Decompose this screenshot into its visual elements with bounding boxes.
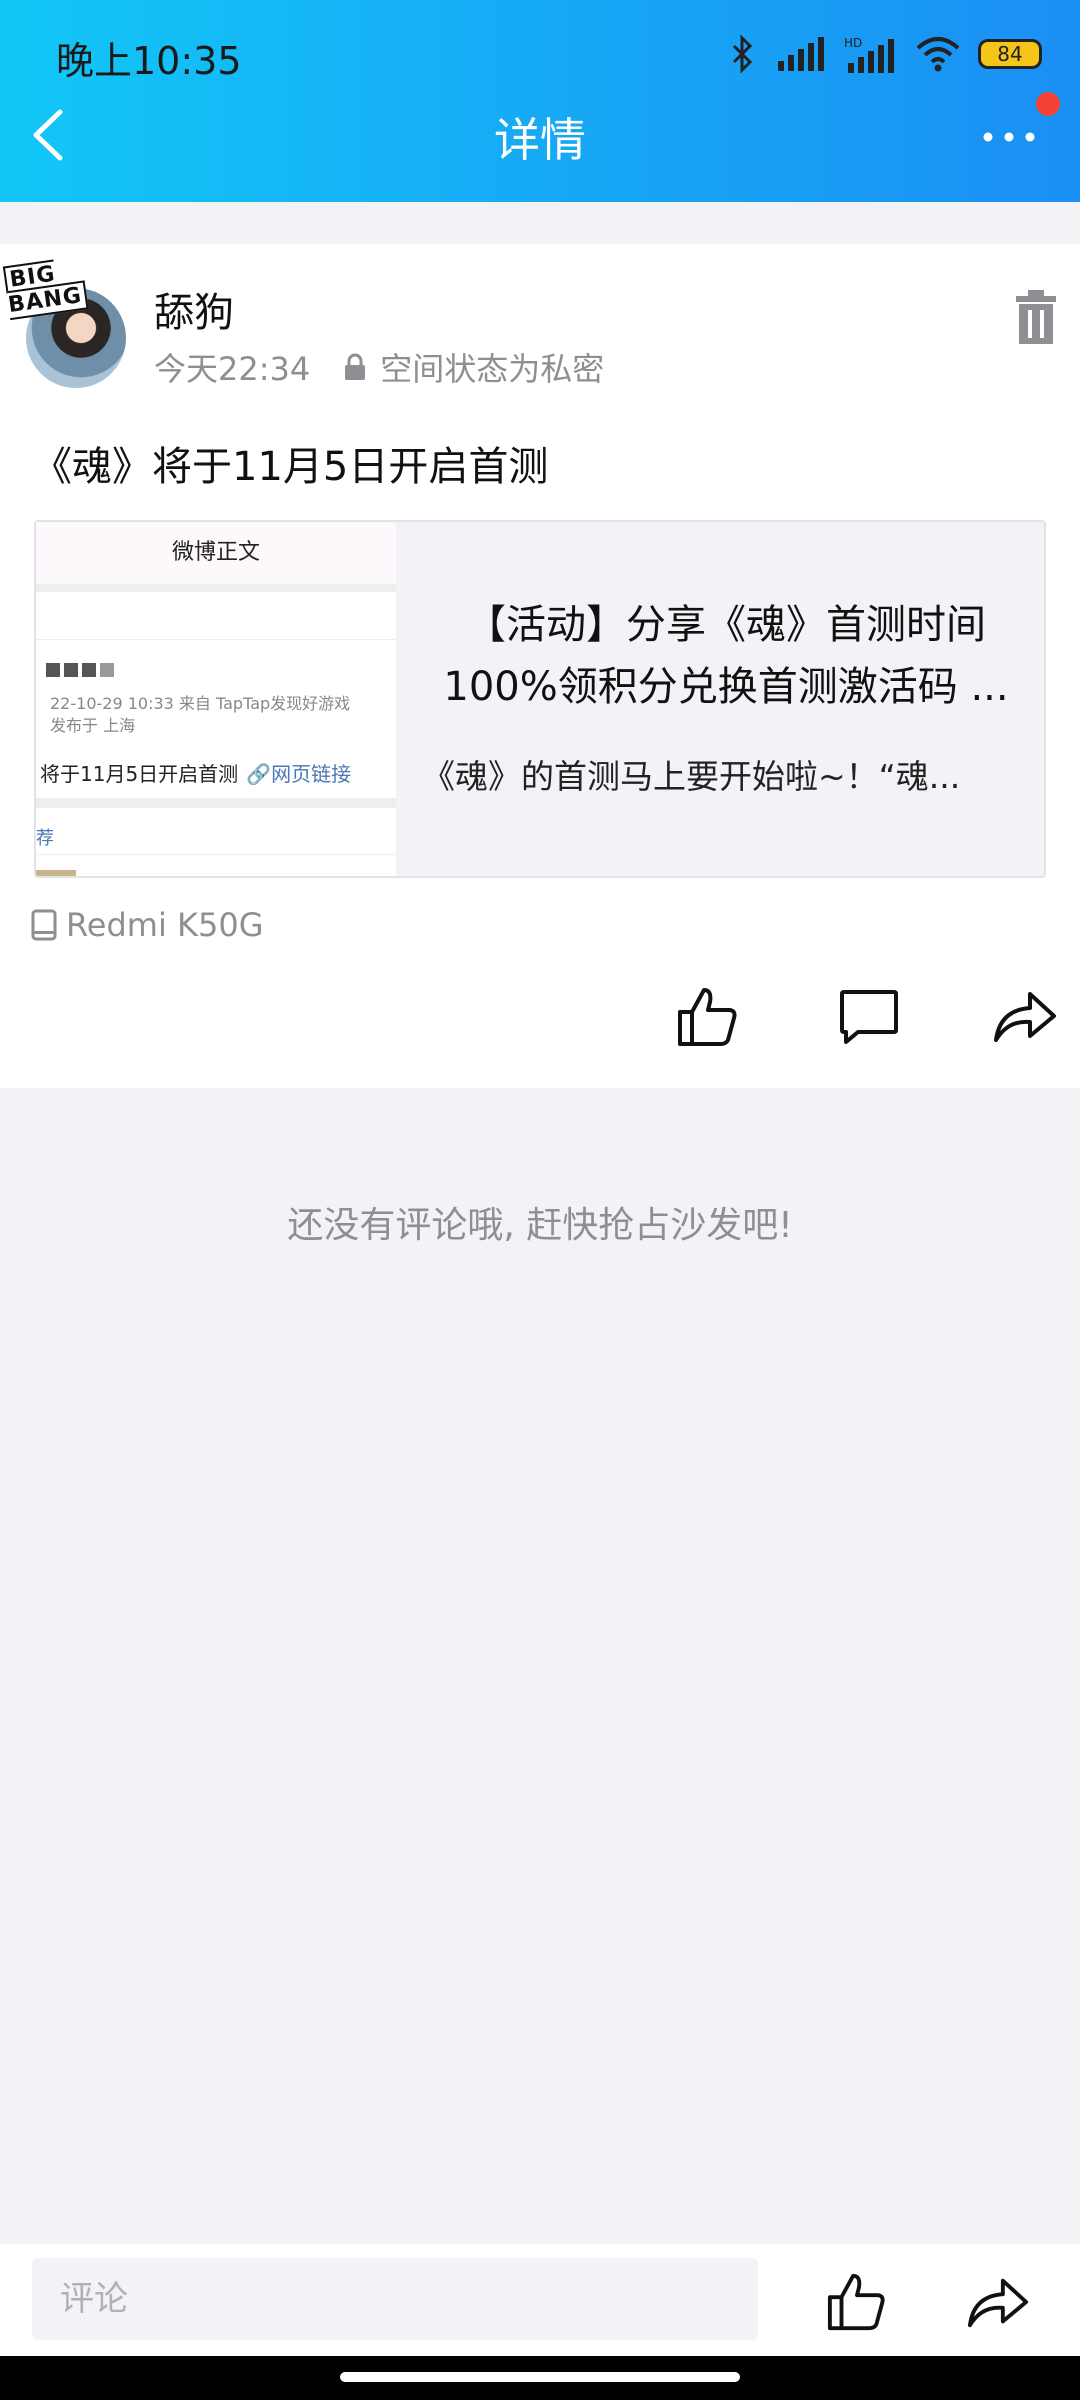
hd-signal-icon: HD: [844, 36, 894, 73]
signal-icon: [778, 37, 824, 71]
thumb-tag: 荐: [36, 828, 54, 849]
more-button[interactable]: [974, 112, 1044, 162]
link-card[interactable]: 微博正文 22-10-29 10:33 来自 TapTap发现好游戏 发布于 上…: [34, 520, 1046, 878]
delete-button[interactable]: [1012, 288, 1060, 348]
link-card-title: 【活动】分享《魂》首测时间 100%领积分兑换首测激活码 ...: [443, 602, 1009, 710]
thumb-link: 🔗网页链接: [246, 762, 352, 786]
thumb-body: 将于11月5日开启首测 🔗网页链接: [40, 762, 352, 786]
link-thumbnail: 微博正文 22-10-29 10:33 来自 TapTap发现好游戏 发布于 上…: [36, 522, 396, 876]
share-arrow-icon: [994, 992, 1056, 1042]
post-meta: 今天22:34 空间状态为私密: [154, 344, 604, 390]
thumb-date: 22-10-29 10:33 来自 TapTap发现好游戏: [50, 694, 351, 713]
svg-text:HD: HD: [844, 36, 862, 50]
comment-icon: [840, 990, 898, 1044]
post-card: BIG BANG 舔狗 今天22:34 空间状态为私密 《魂》将于11月5日开启…: [0, 244, 1080, 1088]
phone-icon: [31, 909, 57, 941]
system-nav-bar: [0, 2356, 1080, 2400]
notification-dot: [1036, 92, 1060, 116]
status-icons: HD 84: [728, 32, 1042, 76]
bottom-like-button[interactable]: [826, 2270, 888, 2332]
trash-icon: [1016, 290, 1056, 344]
home-indicator[interactable]: [340, 2372, 740, 2382]
device-name: Redmi K50G: [66, 906, 264, 944]
thumb-location: 发布于 上海: [50, 716, 136, 735]
battery-icon: 84: [978, 39, 1042, 69]
post-time: 今天22:34: [154, 350, 311, 388]
page-title: 详情: [494, 113, 586, 167]
like-button[interactable]: [676, 984, 740, 1048]
thumbs-up-icon: [678, 988, 737, 1046]
empty-comments-tip: 还没有评论哦, 赶快抢占沙发吧!: [287, 1205, 793, 1246]
thumb-blurred-name: [46, 662, 118, 681]
link-card-description: 《魂》的首测马上要开始啦~！“魂...: [422, 757, 961, 796]
header: 晚上10:35 HD 84 详情: [0, 0, 1080, 202]
share-arrow-icon: [967, 2278, 1029, 2328]
user-name[interactable]: 舔狗: [154, 280, 234, 338]
more-dots-icon: [983, 132, 1035, 142]
device-label: Redmi K50G: [30, 906, 264, 944]
thumb-header: 微博正文: [36, 522, 396, 584]
share-button[interactable]: [992, 988, 1058, 1044]
post-text: 《魂》将于11月5日开启首测: [32, 444, 549, 490]
wifi-icon: [916, 37, 960, 72]
bottom-bar: [0, 2244, 1080, 2356]
lock-icon: [345, 353, 366, 380]
bottom-share-button[interactable]: [966, 2274, 1030, 2330]
comment-button[interactable]: [838, 988, 900, 1046]
thumbs-up-icon: [827, 2273, 885, 2331]
status-time: 晚上10:35: [56, 39, 242, 83]
comment-input[interactable]: [32, 2258, 758, 2340]
bluetooth-icon: [732, 34, 753, 74]
privacy-label: 空间状态为私密: [380, 350, 605, 388]
